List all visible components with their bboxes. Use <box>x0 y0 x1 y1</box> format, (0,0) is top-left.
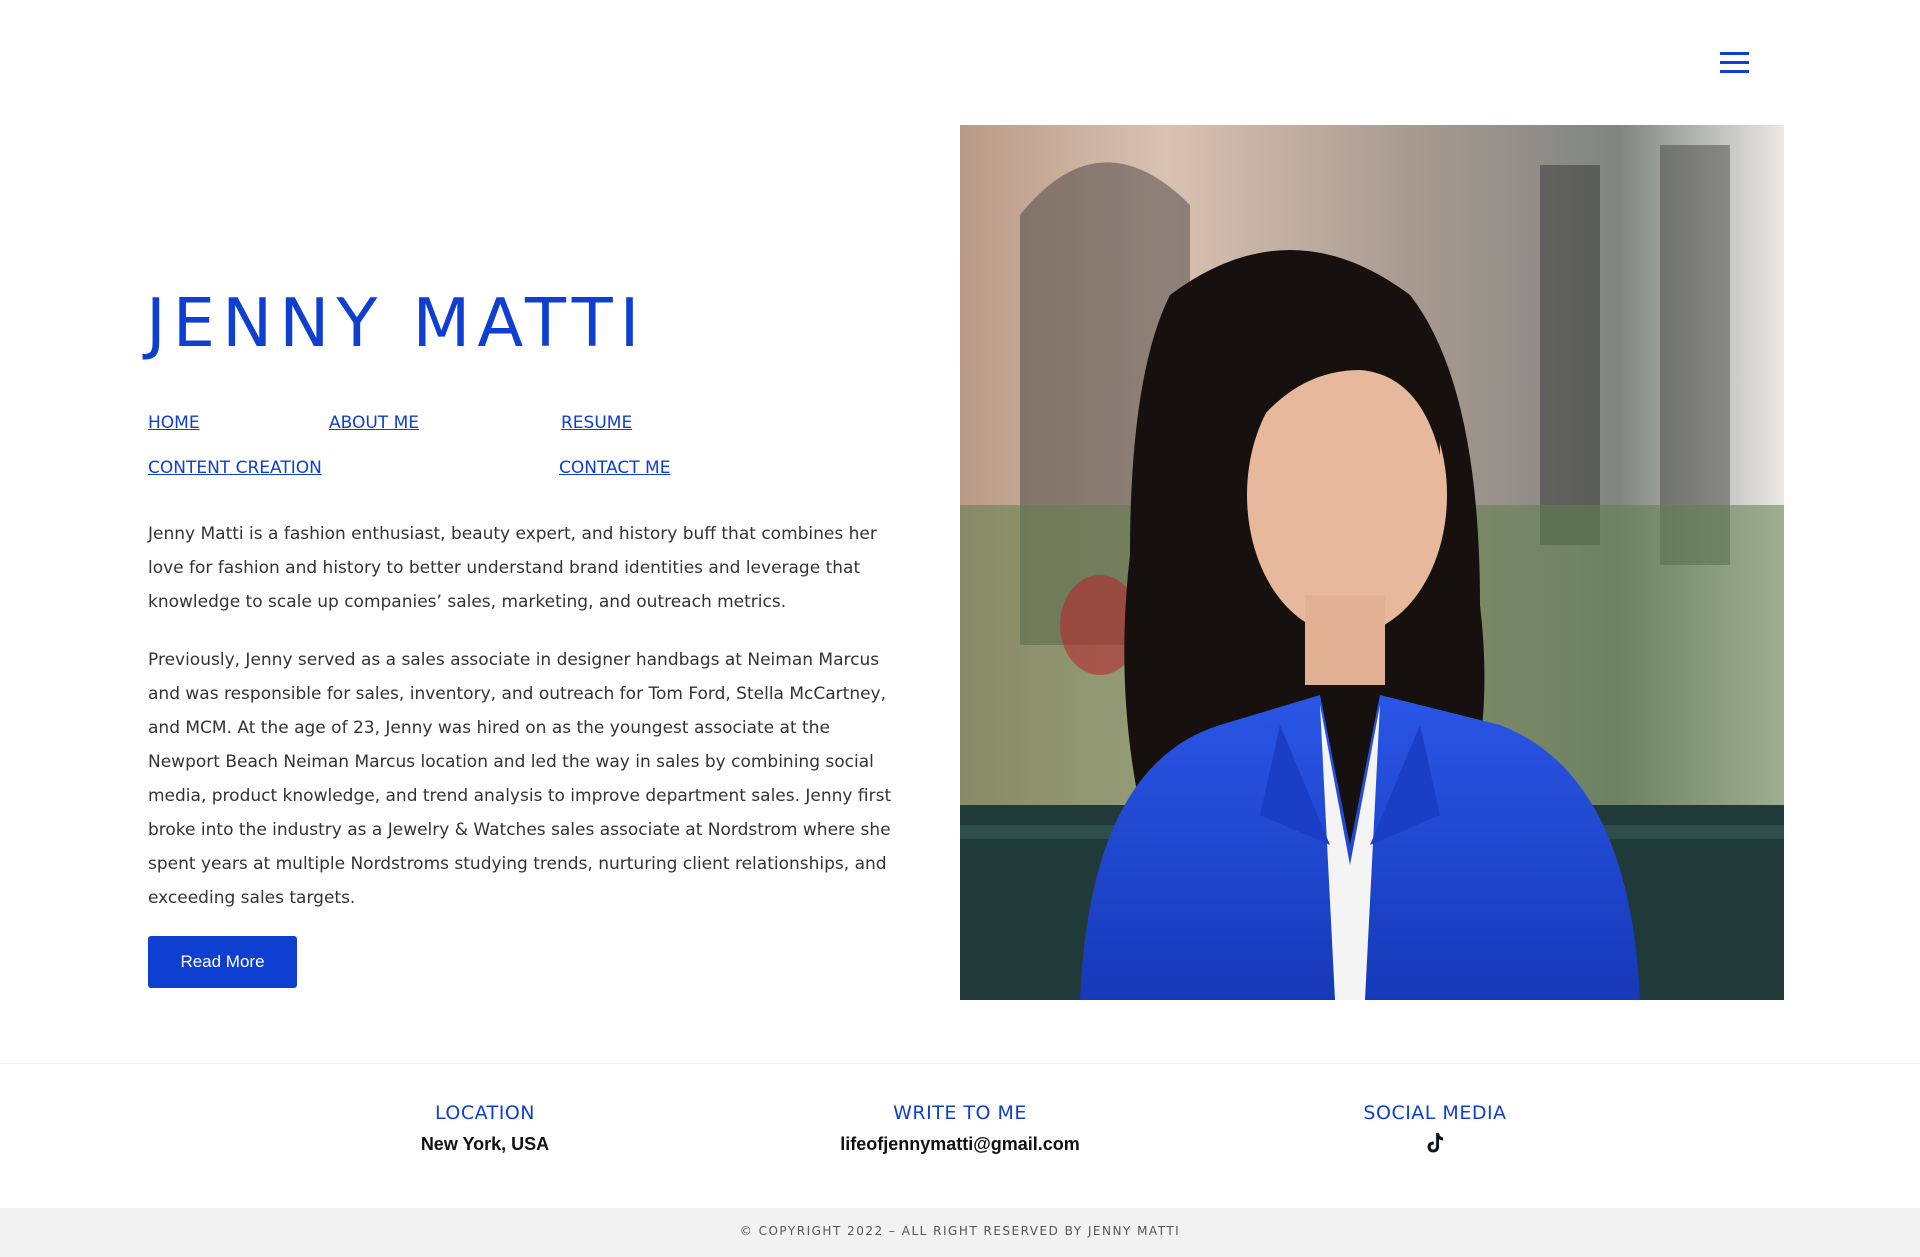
bio-paragraph: Jenny Matti is a fashion enthusiast, bea… <box>148 524 877 612</box>
hamburger-menu-icon[interactable] <box>1720 49 1752 75</box>
bio-paragraph: Previously, Jenny served as a sales asso… <box>148 650 892 908</box>
menu-bar <box>1720 61 1749 64</box>
portrait-illustration <box>960 125 1784 1000</box>
nav-link-contact-me[interactable]: CONTACT ME <box>559 458 670 478</box>
tiktok-icon[interactable] <box>1424 1131 1446 1155</box>
write-to-me-heading: WRITE TO ME <box>893 1102 1027 1124</box>
location-block: LOCATION New York, USA <box>335 1102 635 1154</box>
email-value: lifeofjennymatti@gmail.com <box>840 1134 1080 1154</box>
page-title: JENNY MATTI <box>146 284 647 362</box>
bio-text: Jenny Matti is a fashion enthusiast, bea… <box>148 517 900 939</box>
menu-bar <box>1720 52 1749 55</box>
social-media-block: SOCIAL MEDIA <box>1285 1104 1585 1160</box>
location-value: New York, USA <box>420 1134 550 1154</box>
nav-link-resume[interactable]: RESUME <box>561 413 632 433</box>
menu-bar <box>1720 70 1749 73</box>
portrait-image <box>960 125 1784 1000</box>
nav-link-about-me[interactable]: ABOUT ME <box>329 413 419 433</box>
copyright-text: © COPYRIGHT 2022 – ALL RIGHT RESERVED BY… <box>739 1224 1181 1238</box>
footer: © COPYRIGHT 2022 – ALL RIGHT RESERVED BY… <box>0 1208 1920 1257</box>
social-media-heading: SOCIAL MEDIA <box>1363 1102 1507 1124</box>
write-to-me-block: WRITE TO ME lifeofjennymatti@gmail.com <box>810 1102 1110 1154</box>
nav-link-home[interactable]: HOME <box>148 413 200 433</box>
tiktok-glyph <box>1427 1133 1443 1153</box>
page: JENNY MATTI HOME ABOUT ME RESUME CONTENT… <box>0 0 1920 1257</box>
read-more-button[interactable]: Read More <box>148 936 297 988</box>
info-strip: LOCATION New York, USA WRITE TO ME lifeo… <box>0 1063 1920 1209</box>
location-heading: LOCATION <box>434 1102 536 1124</box>
nav-link-content-creation[interactable]: CONTENT CREATION <box>148 458 322 478</box>
